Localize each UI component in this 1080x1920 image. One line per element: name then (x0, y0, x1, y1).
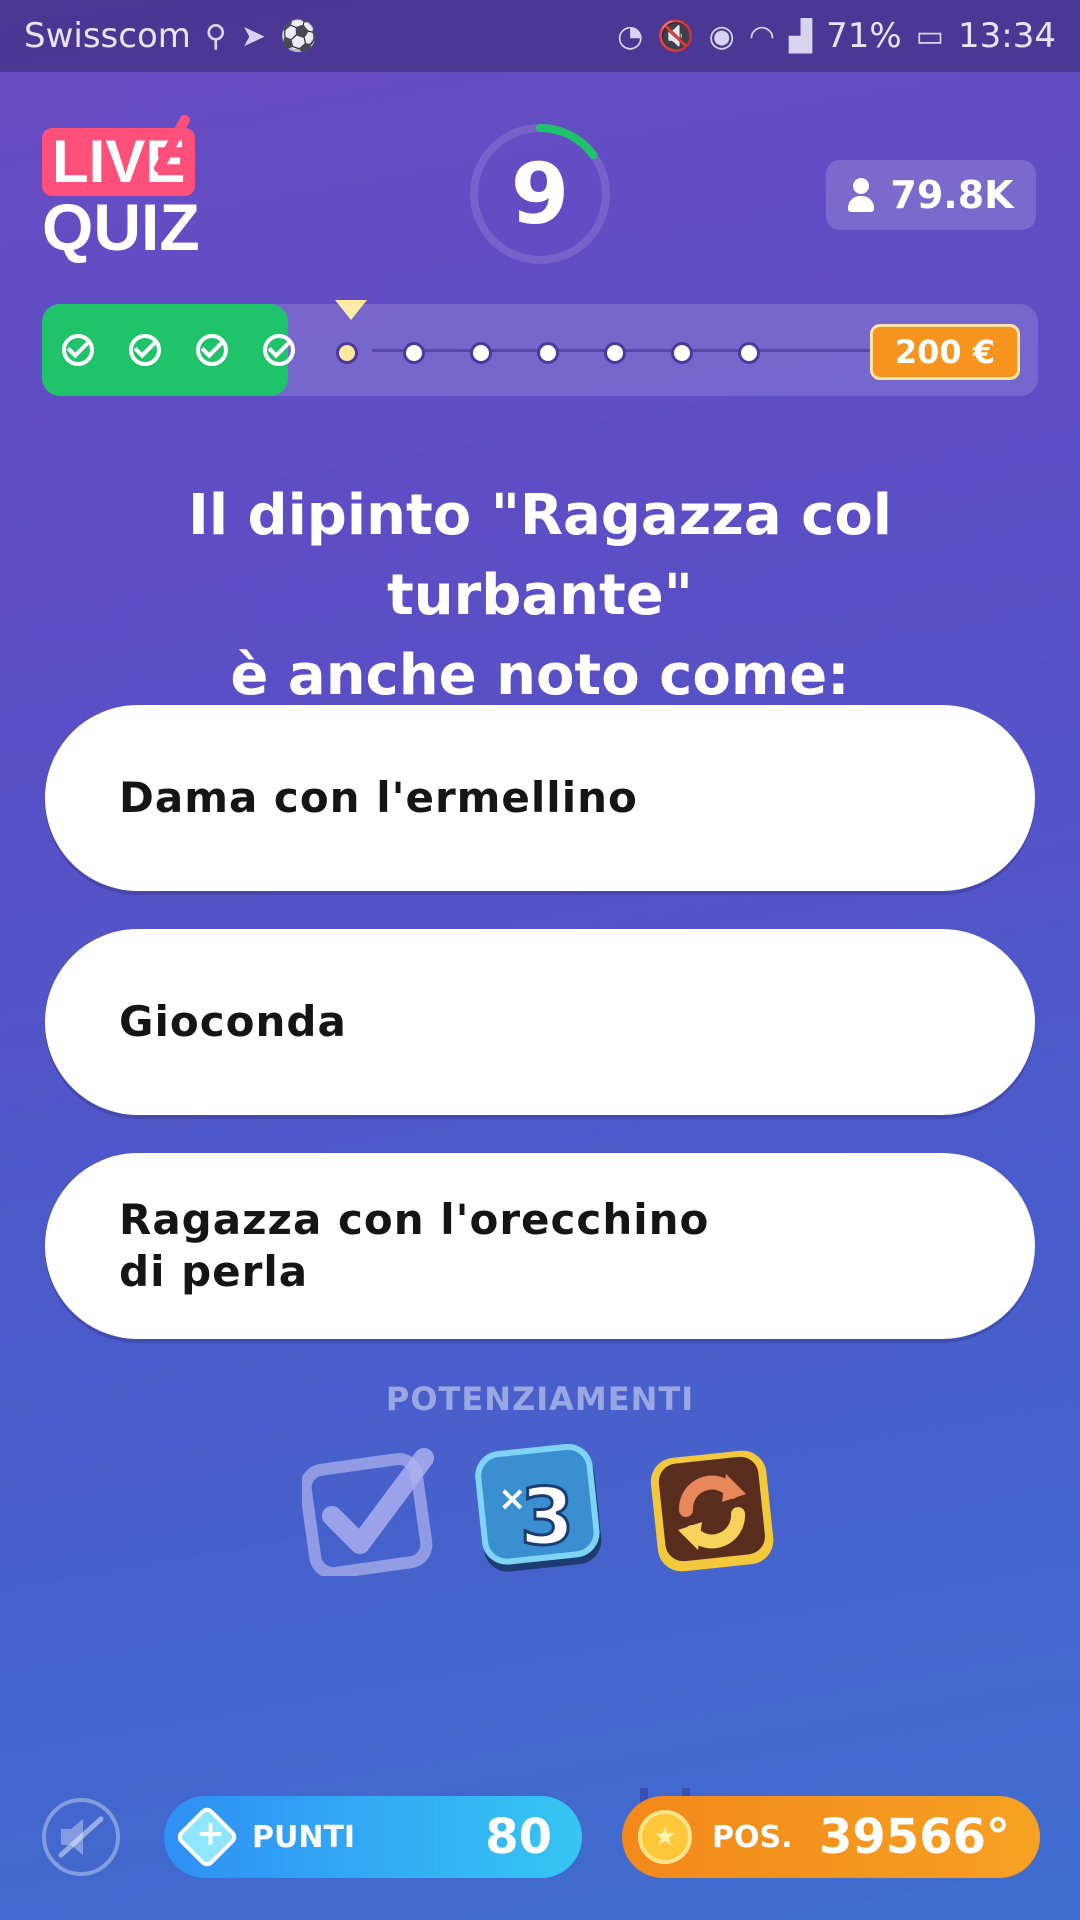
answer-option-1-label: Dama con l'ermellino (119, 773, 638, 822)
times-three-powerup-icon[interactable]: × 3 (474, 1443, 606, 1576)
countdown-timer: 9 (468, 122, 612, 266)
points-label: PUNTI (252, 1819, 356, 1855)
checkmark-icon (133, 335, 157, 359)
soccer-ball-icon: ⚽ (280, 18, 318, 54)
checkmark-icon (66, 335, 90, 359)
eye-icon: ◉ (708, 18, 735, 54)
status-right: ◔ 🔇 ◉ ◠ ▟ 71% ▭ 13:34 (617, 16, 1056, 56)
sound-mute-button[interactable] (42, 1798, 120, 1876)
clock: 13:34 (958, 16, 1056, 56)
answer-option-2[interactable]: Gioconda (45, 929, 1035, 1115)
answer-option-3-label: Ragazza con l'orecchino di perla (119, 1195, 710, 1296)
viewer-count-badge: 79.8K (826, 160, 1036, 230)
step-completed-icon (196, 334, 228, 366)
live-quiz-logo: LIVE QUIZ (42, 113, 212, 264)
position-label: POS. (712, 1819, 793, 1855)
mute-icon: 🔇 (657, 18, 695, 54)
prize-badge: 200 € (870, 324, 1020, 380)
question-text: Il dipinto "Ragazza col turbante" è anch… (40, 476, 1040, 716)
step-pending-dot (537, 342, 559, 364)
powerups-title: POTENZIAMENTI (385, 1380, 695, 1418)
step-pending-dot (604, 342, 626, 364)
checkmark-icon (200, 335, 224, 359)
step-completed-icon (129, 334, 161, 366)
answer-option-2-label: Gioconda (119, 997, 347, 1046)
telegram-icon: ➤ (240, 18, 267, 54)
logo-live: LIVE (42, 113, 196, 196)
question-line-1: Il dipinto "Ragazza col turbante" (188, 483, 892, 628)
wifi-icon: ◠ (748, 18, 775, 54)
answer-option-3[interactable]: Ragazza con l'orecchino di perla (45, 1153, 1035, 1339)
signal-icon: ▟ (789, 18, 813, 54)
battery-percent: 71% (826, 16, 902, 56)
viewer-count: 79.8K (890, 173, 1014, 217)
checkmark-icon (267, 335, 291, 359)
battery-icon: ▭ (915, 18, 945, 54)
usb-icon: ⚲ (204, 18, 227, 54)
points-diamond-icon (174, 1804, 240, 1870)
step-pending-dot (403, 342, 425, 364)
leaderboard-position-badge: ★ POS. 39566° (622, 1796, 1040, 1878)
points-value: 80 (485, 1809, 552, 1865)
step-completed-icon (263, 334, 295, 366)
step-current-dot (336, 342, 358, 364)
points-badge: PUNTI 80 (164, 1796, 582, 1878)
step-pending-dot (671, 342, 693, 364)
speaker-muted-icon (58, 1816, 104, 1858)
step-pending-dot (470, 342, 492, 364)
question-progress-bar: 200 € (42, 304, 1038, 396)
carrier-name: Swisscom (24, 16, 191, 56)
status-bar: Swisscom ⚲ ➤ ⚽ ◔ 🔇 ◉ ◠ ▟ 71% ▭ 13:34 (0, 0, 1080, 72)
answer-option-1[interactable]: Dama con l'ermellino (45, 705, 1035, 891)
step-pending-dot (738, 342, 760, 364)
svg-text:3: 3 (520, 1473, 574, 1563)
question-line-2: è anche noto come: (230, 643, 850, 708)
timer-number: 9 (510, 145, 570, 243)
checkmark-powerup-icon[interactable] (299, 1444, 434, 1579)
user-icon (848, 178, 875, 212)
data-saver-icon: ◔ (617, 18, 644, 54)
medal-icon: ★ (638, 1810, 692, 1864)
status-left: Swisscom ⚲ ➤ ⚽ (24, 16, 317, 56)
refresh-powerup-icon[interactable] (646, 1444, 778, 1576)
step-completed-icon (62, 334, 94, 366)
position-value: 39566° (819, 1809, 1010, 1865)
logo-quiz-text: QUIZ (42, 190, 200, 264)
